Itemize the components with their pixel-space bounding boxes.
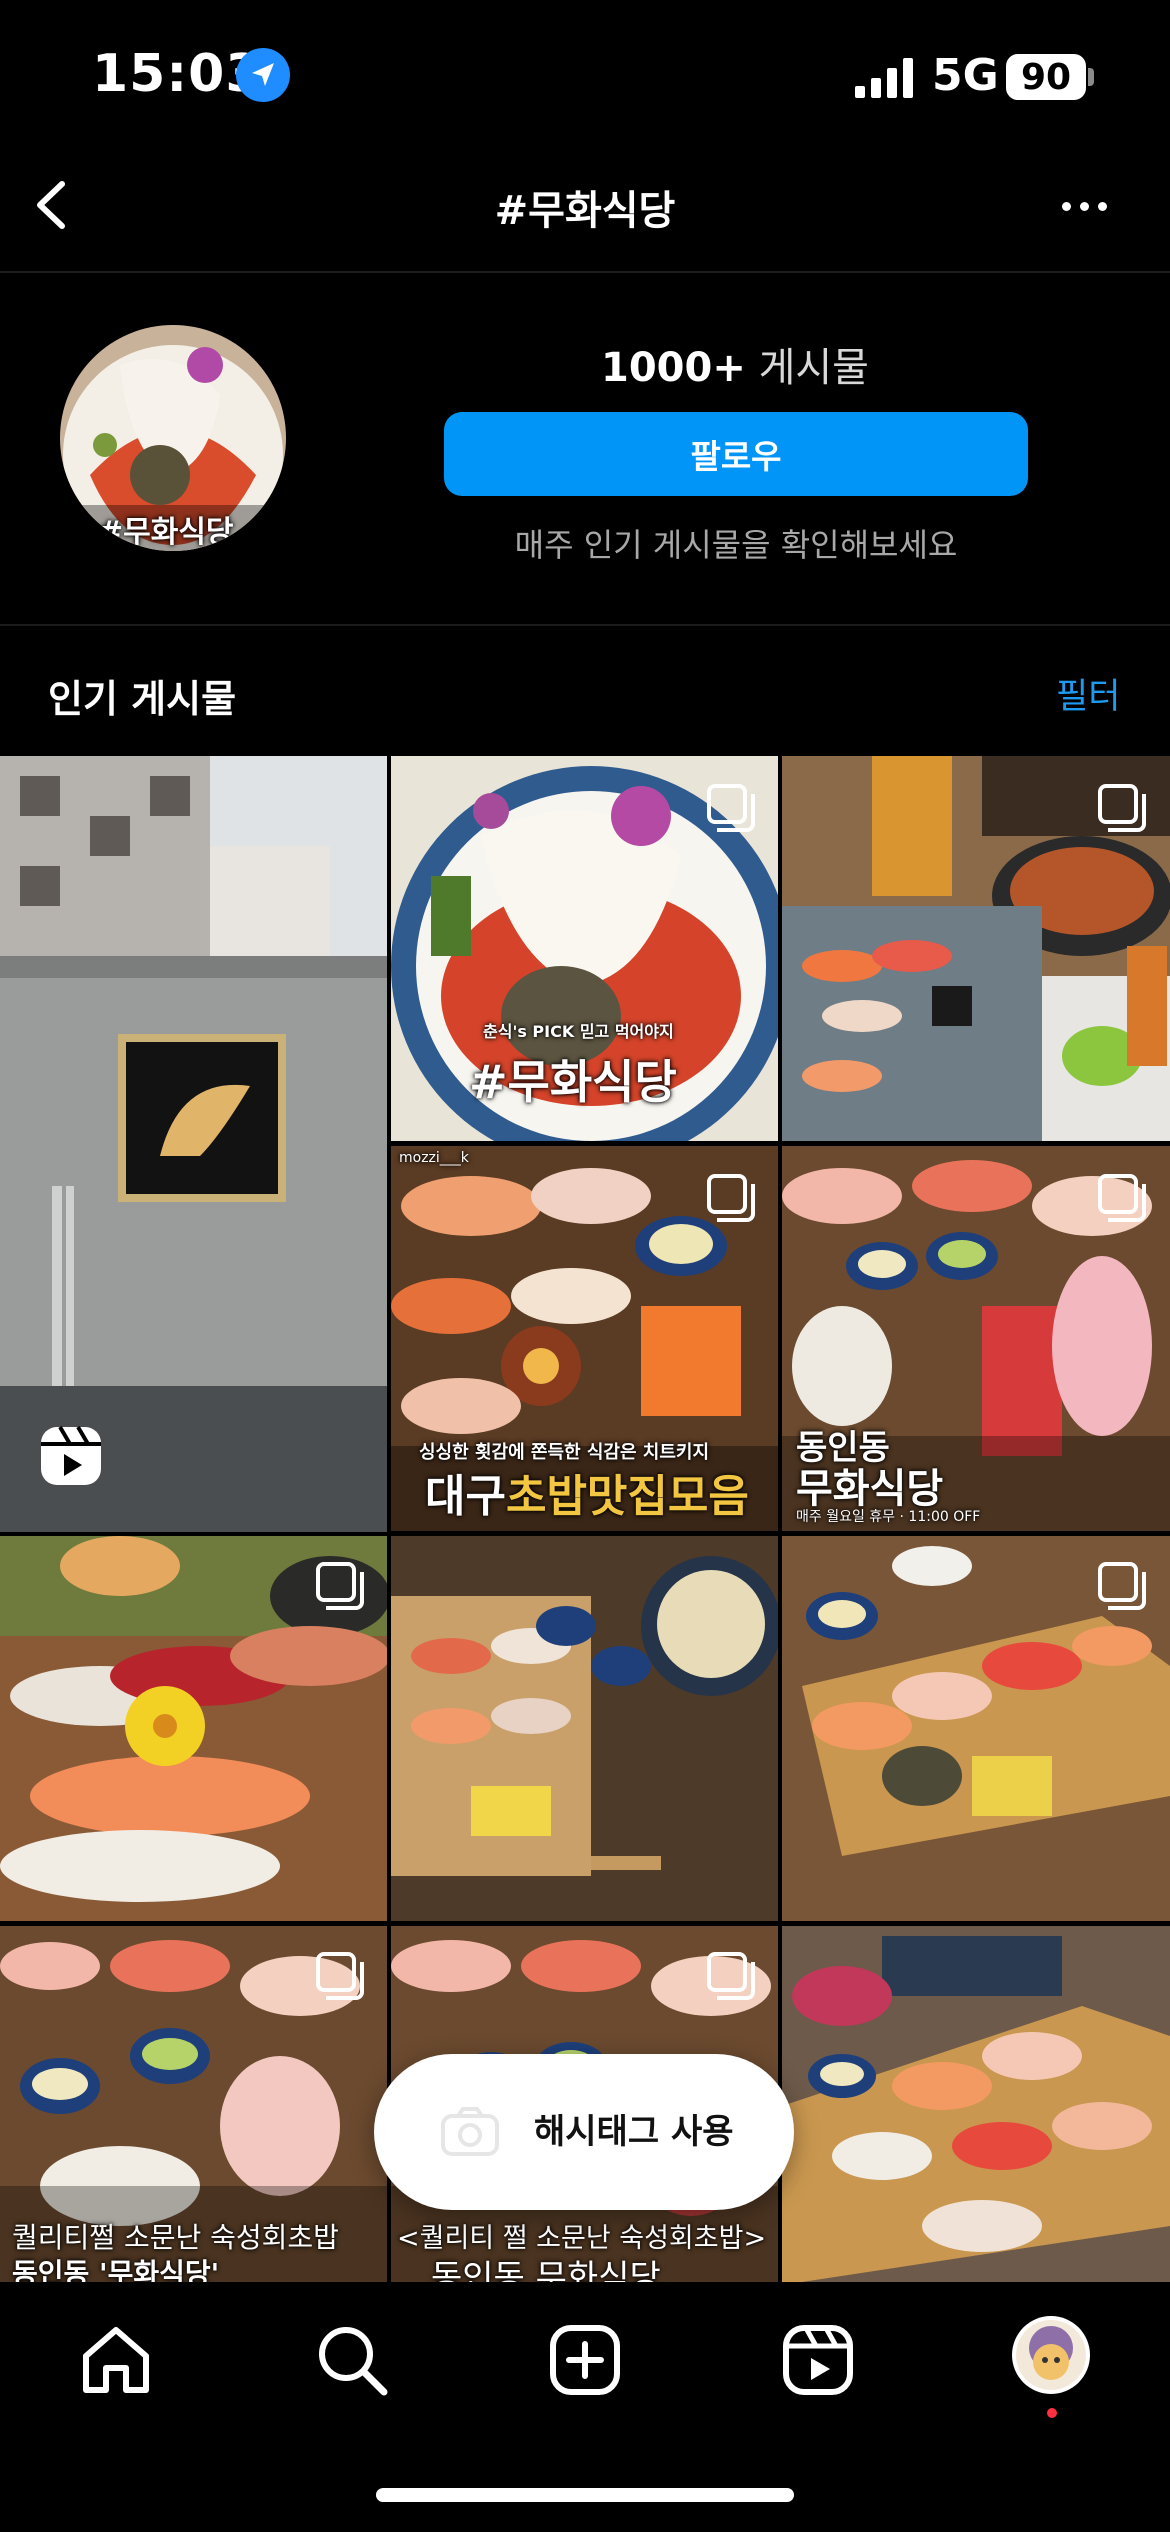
carousel-icon (316, 1562, 364, 1610)
avatar-caption: #무화식당 (98, 515, 234, 550)
carousel-icon (707, 784, 755, 832)
post-caption: #무화식당 (469, 1055, 677, 1109)
search-icon (319, 2327, 388, 2396)
carousel-icon (1098, 1174, 1146, 1222)
camera-icon (440, 2106, 500, 2158)
battery-level: 90 (1020, 56, 1072, 98)
location-arrow-icon (236, 48, 290, 102)
grid-post[interactable] (782, 1536, 1170, 1921)
notification-dot (1047, 2408, 1057, 2418)
reels-badge-icon (38, 1424, 104, 1488)
network-type: 5G (932, 50, 999, 101)
post-caption-line1: 퀄리티쩔 소문난 숙성회초밥 (12, 2221, 339, 2254)
grid-post[interactable]: mozzi___k 싱싱한 횟감에 쫀득한 식감은 치트키지 대구초밥맛집모음 (391, 1146, 778, 1531)
home-indicator (376, 2488, 794, 2502)
weekly-note: 매주 인기 게시물을 확인해보세요 (514, 526, 958, 564)
page-title: #무화식당 (494, 188, 676, 234)
cellular-signal-icon (855, 58, 915, 98)
hashtag-avatar: #무화식당 (60, 325, 286, 551)
post-caption: 대구초밥맛집모음 (425, 1460, 749, 1524)
toast-label: 해시태그 사용 (534, 2112, 734, 2152)
more-options-button[interactable] (1050, 182, 1120, 232)
carousel-icon (707, 1952, 755, 2000)
reels-tab[interactable] (778, 2320, 858, 2400)
top-posts-title: 인기 게시물 (48, 677, 237, 721)
filter-button[interactable]: 필터 (1056, 668, 1120, 719)
header-divider (0, 271, 1170, 273)
home-tab[interactable] (76, 2320, 156, 2400)
grid-post[interactable]: 퀄리티쩔 소문난 숙성회초밥 동인동 '무화식당' (0, 1926, 387, 2282)
grid-post-reel[interactable] (0, 756, 387, 1532)
post-count-number: 1000+ (601, 345, 746, 391)
post-caption-part-b: 초밥맛집모음 (505, 1471, 749, 1522)
post-count-label: 게시물 (758, 345, 869, 391)
create-icon (550, 2325, 620, 2395)
post-caption-line2: 동인동 무화식당 (431, 2258, 661, 2282)
more-dot (1098, 202, 1107, 211)
more-dot (1080, 202, 1089, 211)
profile-tab[interactable] (1010, 2314, 1092, 2418)
grid-post[interactable]: 춘식's PICK 믿고 먹어야지 #무화식당 (391, 756, 778, 1141)
create-tab[interactable] (545, 2320, 625, 2400)
carousel-icon (1098, 784, 1146, 832)
post-caption-line2: 동인동 '무화식당' (12, 2257, 220, 2282)
battery-icon: 90 (1006, 54, 1086, 100)
post-caption-small: 매주 월요일 휴무 · 11:00 OFF (796, 1509, 981, 1525)
post-count: 1000+ 게시물 (440, 335, 1030, 393)
grid-post[interactable] (782, 1926, 1170, 2282)
carousel-icon (707, 1174, 755, 1222)
post-caption-part-a: 대구 (425, 1471, 506, 1522)
grid-post[interactable] (391, 1536, 778, 1921)
profile-avatar (1012, 2316, 1090, 2394)
search-tab[interactable] (312, 2320, 392, 2400)
grid-post[interactable] (782, 756, 1170, 1141)
grid-post[interactable]: 동인동 무화식당 매주 월요일 휴무 · 11:00 OFF (782, 1146, 1170, 1531)
post-caption-small: 춘식's PICK 믿고 먹어야지 (483, 1022, 674, 1041)
use-hashtag-toast[interactable]: 해시태그 사용 (374, 2054, 794, 2210)
carousel-icon (1098, 1562, 1146, 1610)
more-dot (1062, 202, 1071, 211)
battery-tip (1088, 68, 1094, 86)
reels-icon (783, 2325, 853, 2395)
follow-button[interactable]: 팔로우 (444, 412, 1028, 496)
post-username: mozzi___k (399, 1150, 469, 1166)
carousel-icon (316, 1952, 364, 2000)
grid-post[interactable] (0, 1536, 387, 1921)
section-divider (0, 624, 1170, 626)
home-icon (83, 2327, 149, 2393)
